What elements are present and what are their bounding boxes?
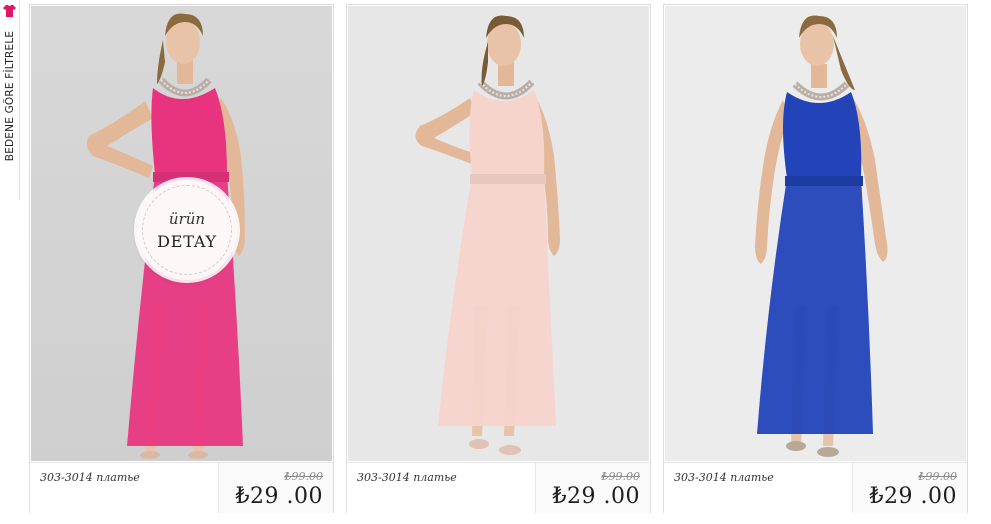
product-name[interactable]: 303-3014 платье <box>674 471 774 484</box>
product-card[interactable]: ürün DETAY 303-3014 платье ₺99.00 ₺29 .0… <box>29 4 334 513</box>
product-name[interactable]: 303-3014 платье <box>357 471 457 484</box>
badge-bottom-text: DETAY <box>157 232 217 251</box>
badge-top-text: ürün <box>168 210 206 228</box>
product-image[interactable] <box>665 6 966 461</box>
product-image[interactable]: ürün DETAY <box>31 6 332 461</box>
price-box: ₺99.00 ₺29 .00 <box>218 463 333 513</box>
old-price: ₺99.00 <box>918 470 958 483</box>
size-filter-tab[interactable]: BEDENE GÖRE FİLTRELE <box>0 0 20 200</box>
sale-price: ₺29 .00 <box>552 484 640 509</box>
price-box: ₺99.00 ₺29 .00 <box>852 463 967 513</box>
product-card[interactable]: 303-3014 платье ₺99.00 ₺29 .00 <box>346 4 651 513</box>
old-price: ₺99.00 <box>284 470 324 483</box>
product-card[interactable]: 303-3014 платье ₺99.00 ₺29 .00 <box>663 4 968 513</box>
product-name[interactable]: 303-3014 платье <box>40 471 140 484</box>
product-info: 303-3014 платье ₺99.00 ₺29 .00 <box>30 462 333 513</box>
size-filter-label: BEDENE GÖRE FİLTRELE <box>4 30 16 162</box>
sale-price: ₺29 .00 <box>869 484 957 509</box>
product-info: 303-3014 платье ₺99.00 ₺29 .00 <box>347 462 650 513</box>
tshirt-icon <box>3 5 16 17</box>
product-info: 303-3014 платье ₺99.00 ₺29 .00 <box>664 462 967 513</box>
old-price: ₺99.00 <box>601 470 641 483</box>
product-detail-badge[interactable]: ürün DETAY <box>137 180 237 280</box>
price-box: ₺99.00 ₺29 .00 <box>535 463 650 513</box>
sale-price: ₺29 .00 <box>235 484 323 509</box>
product-image[interactable] <box>348 6 649 461</box>
